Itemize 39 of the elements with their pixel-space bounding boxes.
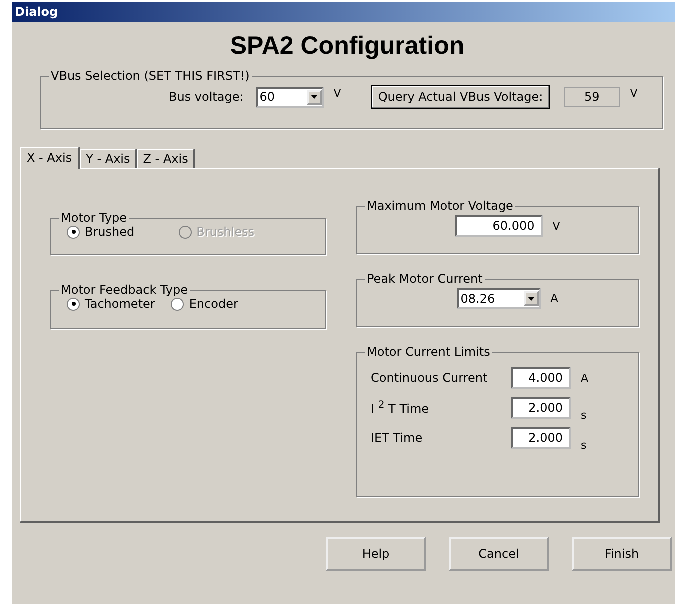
input-field[interactable]: 60.000 bbox=[454, 215, 543, 237]
tab[interactable]: X - Axis bbox=[20, 147, 80, 169]
bus-voltage-dropdown[interactable]: 60 bbox=[256, 86, 324, 108]
dialog-button[interactable]: Cancel bbox=[449, 537, 549, 571]
dialog-button[interactable]: Finish bbox=[572, 537, 672, 571]
unit-label: s bbox=[581, 409, 587, 422]
radio-button[interactable] bbox=[171, 298, 184, 310]
unit-label: A bbox=[550, 292, 558, 305]
radio-label[interactable]: Tachometer bbox=[85, 297, 156, 311]
group-legend: VBus Selection (SET THIS FIRST!) bbox=[49, 69, 252, 83]
tab[interactable]: Z - Axis bbox=[137, 149, 196, 168]
radio-button[interactable] bbox=[67, 226, 80, 238]
dialog-button[interactable]: Help bbox=[326, 537, 426, 571]
peak-current-dropdown[interactable]: 08.26 bbox=[456, 288, 541, 309]
unit-label: s bbox=[581, 439, 587, 452]
unit-label: V bbox=[552, 220, 560, 232]
field-label: I $^{2}$ T Time bbox=[371, 400, 430, 416]
unit-label: A bbox=[581, 372, 589, 384]
unit-label: V bbox=[334, 87, 342, 100]
input-field[interactable]: 2.000 bbox=[511, 397, 571, 419]
group-legend: Peak Motor Current bbox=[365, 272, 485, 286]
field-label: Bus voltage: bbox=[169, 90, 244, 104]
dialog-heading: SPA2 Configuration bbox=[229, 32, 466, 61]
input-field[interactable]: 4.000 bbox=[511, 367, 571, 389]
window-title: Dialog bbox=[15, 5, 58, 19]
tab[interactable]: Y - Axis bbox=[80, 149, 138, 168]
group-legend: Motor Current Limits bbox=[365, 345, 492, 359]
group-legend: Motor Feedback Type bbox=[59, 283, 190, 297]
field-label: Continuous Current bbox=[371, 371, 489, 385]
radio-label[interactable]: Encoder bbox=[189, 297, 238, 311]
input-field[interactable]: 2.000 bbox=[511, 427, 571, 449]
group-legend: Maximum Motor Voltage bbox=[365, 199, 516, 213]
readonly-field: 59 bbox=[564, 87, 620, 107]
group-legend: Motor Type bbox=[59, 211, 130, 225]
query-button[interactable]: Query Actual VBus Voltage: bbox=[371, 85, 550, 109]
radio-button[interactable] bbox=[67, 298, 80, 310]
radio-label[interactable]: Brushed bbox=[85, 225, 135, 239]
field-label: IET Time bbox=[371, 431, 424, 445]
unit-label: V bbox=[630, 87, 638, 100]
